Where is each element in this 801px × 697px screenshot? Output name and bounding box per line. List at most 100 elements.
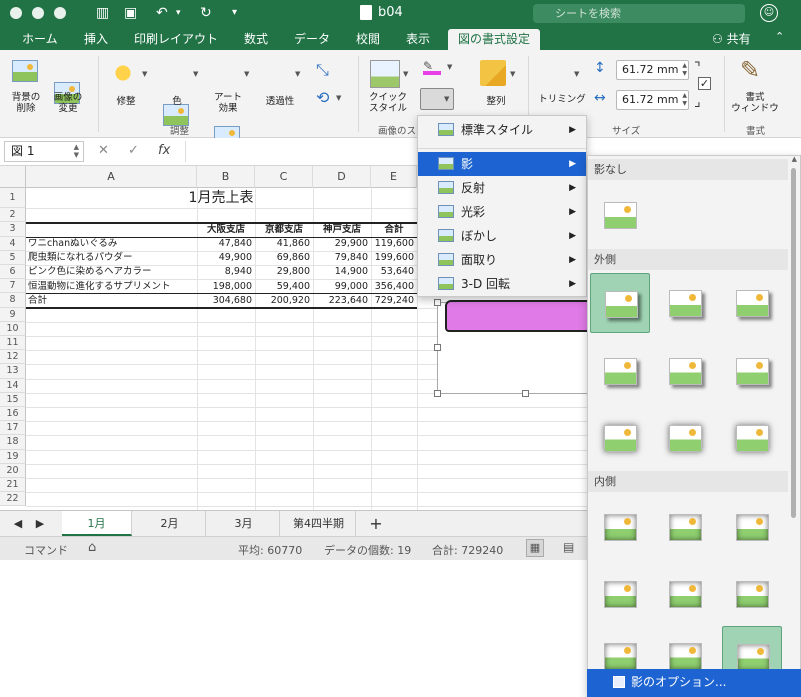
shadow-preset[interactable] [590,341,650,401]
shadow-preset[interactable] [722,497,782,557]
row-label-cell[interactable]: 爬虫類になれるパウダー [28,251,196,265]
quick-styles-icon[interactable] [370,60,400,88]
row-header[interactable]: 1 [0,188,26,208]
shadow-preset[interactable] [722,341,782,401]
value-cell[interactable]: 47,840 [197,237,255,251]
format-pane-button[interactable]: 書式 ウィンドウ [730,92,780,114]
arrange-dropdown-icon[interactable]: ▼ [510,70,515,78]
value-cell[interactable]: 304,680 [197,294,255,308]
corrections-dropdown-icon[interactable]: ▼ [142,70,147,78]
resize-handle[interactable] [434,299,441,306]
reset-picture-icon[interactable]: ⟲ [316,88,329,107]
menu-item-3d-rotation[interactable]: 3-D 回転 ▶ [418,272,586,296]
column-header-e[interactable]: E [371,166,417,188]
share-button[interactable]: ⚇ 共有 [712,30,751,47]
row-header[interactable]: 19 [0,449,26,464]
shadow-preset[interactable] [722,408,782,468]
menu-item-shadow[interactable]: 影 ▶ [418,152,586,176]
sheet-tab-q4[interactable]: 第4四半期 [282,511,356,536]
shadow-preset[interactable] [590,408,650,468]
undo-icon[interactable]: ↶ [156,4,168,22]
compress-pictures-icon[interactable]: ⤡ [316,60,329,80]
sidebar-icon[interactable]: ▥ [96,4,109,22]
select-all-corner[interactable] [0,166,26,188]
tab-picture-format[interactable]: 図の書式設定 [448,29,541,50]
scroll-up-icon[interactable]: ▲ [792,156,797,163]
tab-review[interactable]: 校閲 [356,30,380,50]
column-header-b[interactable]: B [197,166,255,188]
shadow-preset[interactable] [655,497,715,557]
shadow-preset[interactable] [590,273,650,333]
value-cell[interactable]: 41,860 [255,237,313,251]
row-header[interactable]: 6 [0,265,26,280]
picture-effects-dropdown-icon[interactable]: ▼ [444,95,449,103]
zoom-window-button[interactable] [54,7,66,19]
tab-insert[interactable]: 挿入 [84,30,108,50]
value-cell[interactable]: 14,900 [313,265,371,279]
save-icon[interactable]: ▣ [124,4,137,22]
shadow-preset[interactable] [722,564,782,624]
cancel-icon[interactable]: ✕ [98,143,109,158]
tab-formulas[interactable]: 数式 [244,30,268,50]
value-cell[interactable]: 8,940 [197,265,255,279]
menu-item-preset[interactable]: 標準スタイル ▶ [418,118,586,142]
row-header[interactable]: 21 [0,478,26,493]
value-cell[interactable]: 69,860 [255,251,313,265]
menu-item-reflection[interactable]: 反射 ▶ [418,176,586,200]
header-cell-kobe[interactable]: 神戸支店 [313,223,371,237]
shadow-preset[interactable] [655,273,715,333]
value-cell[interactable]: 119,600 [371,237,417,251]
row-header[interactable]: 18 [0,435,26,450]
value-cell[interactable]: 79,840 [313,251,371,265]
picture-border-dropdown-icon[interactable]: ▼ [447,63,452,71]
reset-picture-dropdown-icon[interactable]: ▼ [336,94,341,102]
next-sheet-icon[interactable]: ▶ [30,511,50,536]
tab-page-layout[interactable]: 印刷レイアウト [134,30,218,50]
row-header[interactable]: 2 [0,208,26,223]
lock-aspect-ratio-checkbox[interactable]: ✓ [698,77,711,90]
shadow-preset[interactable] [590,564,650,624]
row-header[interactable]: 4 [0,236,26,251]
row-header[interactable]: 22 [0,492,26,507]
row-header[interactable]: 14 [0,378,26,393]
minimize-window-button[interactable] [32,7,44,19]
row-header[interactable]: 7 [0,279,26,294]
change-picture-button[interactable]: 画像の 変更 [48,92,88,114]
transparency-dropdown-icon[interactable]: ▼ [295,70,300,78]
menu-item-bevel[interactable]: 面取り ▶ [418,248,586,272]
column-header-a[interactable]: A [26,166,197,188]
name-box[interactable]: 図 1 ▲ ▼ [4,141,84,162]
name-box-stepper[interactable]: ▲ ▼ [74,143,79,159]
shadow-preset[interactable] [655,408,715,468]
header-cell-osaka[interactable]: 大阪支店 [197,223,255,237]
value-cell[interactable]: 356,400 [371,280,417,294]
row-header[interactable]: 11 [0,336,26,351]
sheet-tab-jan[interactable]: 1月 [62,511,132,536]
corrections-button[interactable]: 修整 [104,96,148,107]
shadow-preset[interactable] [590,185,650,245]
color-button[interactable]: 色 [160,96,194,107]
row-label-cell[interactable]: 恒温動物に進化するサプリメント [28,280,196,294]
corrections-icon[interactable] [110,60,136,86]
value-cell[interactable]: 198,000 [197,280,255,294]
format-pane-icon[interactable]: ✎ [740,56,760,84]
normal-view-icon[interactable]: ▦ [526,539,544,557]
sheet-title-cell[interactable]: 1月売上表 [26,188,416,208]
resize-handle[interactable] [522,390,529,397]
value-cell[interactable]: 59,400 [255,280,313,294]
row-header[interactable]: 8 [0,293,26,308]
value-cell[interactable]: 223,640 [313,294,371,308]
resize-handle[interactable] [434,390,441,397]
quick-styles-button[interactable]: クイック スタイル [366,92,410,114]
header-cell-total[interactable]: 合計 [371,223,417,237]
menu-item-glow[interactable]: 光彩 ▶ [418,200,586,224]
row-header[interactable]: 5 [0,250,26,265]
prev-sheet-icon[interactable]: ◀ [8,511,28,536]
add-sheet-icon[interactable]: + [362,511,390,536]
row-header[interactable]: 9 [0,307,26,322]
arrange-button[interactable]: 整列 [478,96,514,107]
tab-view[interactable]: 表示 [406,30,430,50]
page-layout-view-icon[interactable]: ▤ [563,540,574,554]
crop-dropdown-icon[interactable]: ▼ [574,70,579,78]
insert-function-icon[interactable]: fx [158,143,170,158]
